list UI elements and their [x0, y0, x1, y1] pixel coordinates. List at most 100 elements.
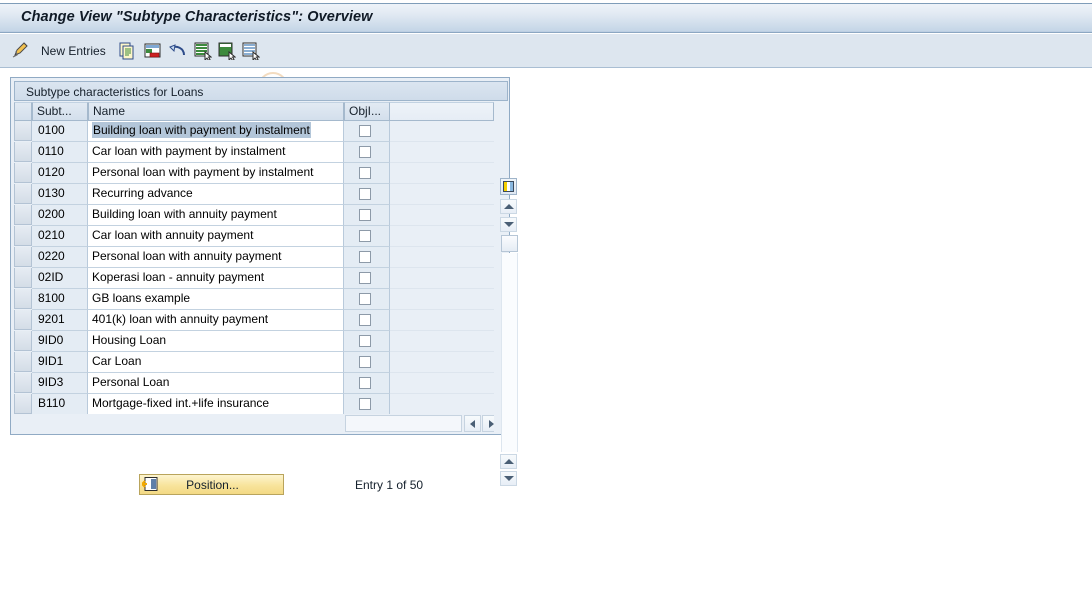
cell-name[interactable]: Personal loan with payment by instalment	[88, 163, 344, 184]
cell-subtype[interactable]: 0100	[32, 121, 88, 142]
cell-subtype[interactable]: 9ID3	[32, 373, 88, 394]
row-select-button[interactable]	[14, 163, 32, 183]
table-header-name[interactable]: Name	[88, 102, 344, 121]
cell-subtype[interactable]: 02ID	[32, 268, 88, 289]
obji-checkbox[interactable]	[359, 293, 371, 305]
cell-name[interactable]: 401(k) loan with annuity payment	[88, 310, 344, 331]
vertical-scrollbar-thumb[interactable]	[501, 235, 518, 252]
select-block-icon[interactable]	[218, 42, 237, 62]
cell-name[interactable]: Housing Loan	[88, 331, 344, 352]
cell-name[interactable]: Car Loan	[88, 352, 344, 373]
cell-subtype[interactable]: 9ID1	[32, 352, 88, 373]
obji-checkbox[interactable]	[359, 146, 371, 158]
obji-checkbox[interactable]	[359, 251, 371, 263]
select-all-icon[interactable]	[194, 42, 213, 62]
cell-subtype[interactable]: B110	[32, 394, 88, 414]
row-select-button[interactable]	[14, 352, 32, 372]
cell-subtype[interactable]: 0210	[32, 226, 88, 247]
deselect-all-icon[interactable]	[242, 42, 261, 62]
scroll-page-down-button[interactable]	[500, 471, 517, 486]
horizontal-scrollbar[interactable]	[14, 414, 499, 433]
row-select-button[interactable]	[14, 121, 32, 141]
cell-subtype[interactable]: 0120	[32, 163, 88, 184]
table-row[interactable]: 9ID3 Personal Loan	[14, 373, 494, 394]
obji-checkbox[interactable]	[359, 356, 371, 368]
row-select-button[interactable]	[14, 310, 32, 330]
cell-obji[interactable]	[344, 226, 390, 247]
cell-name[interactable]: GB loans example	[88, 289, 344, 310]
vertical-scrollbar-track[interactable]	[501, 253, 518, 452]
new-entries-button[interactable]: New Entries	[41, 44, 106, 58]
cell-name[interactable]: Mortgage-fixed int.+life insurance	[88, 394, 344, 414]
obji-checkbox[interactable]	[359, 272, 371, 284]
obji-checkbox[interactable]	[359, 230, 371, 242]
cell-subtype[interactable]: 9ID0	[32, 331, 88, 352]
cell-name[interactable]: Car loan with payment by instalment	[88, 142, 344, 163]
horizontal-scrollbar-track[interactable]	[345, 415, 462, 432]
table-row[interactable]: 9ID0 Housing Loan	[14, 331, 494, 352]
cell-subtype[interactable]: 0200	[32, 205, 88, 226]
cell-obji[interactable]	[344, 121, 390, 142]
row-select-button[interactable]	[14, 289, 32, 309]
cell-obji[interactable]	[344, 268, 390, 289]
cell-subtype[interactable]: 0220	[32, 247, 88, 268]
scroll-down-button[interactable]	[500, 217, 517, 232]
display-change-pencil-icon[interactable]	[12, 41, 30, 59]
row-select-button[interactable]	[14, 247, 32, 267]
table-header-select[interactable]	[14, 102, 32, 121]
obji-checkbox[interactable]	[359, 167, 371, 179]
obji-checkbox[interactable]	[359, 335, 371, 347]
cell-obji[interactable]	[344, 289, 390, 310]
table-row[interactable]: 0210 Car loan with annuity payment	[14, 226, 494, 247]
row-select-button[interactable]	[14, 226, 32, 246]
row-select-button[interactable]	[14, 205, 32, 225]
cell-obji[interactable]	[344, 247, 390, 268]
table-header-obji[interactable]: ObjI...	[344, 102, 390, 121]
cell-obji[interactable]	[344, 205, 390, 226]
obji-checkbox[interactable]	[359, 398, 371, 410]
row-select-button[interactable]	[14, 331, 32, 351]
table-row[interactable]: 0110 Car loan with payment by instalment	[14, 142, 494, 163]
table-row[interactable]: 0220 Personal loan with annuity payment	[14, 247, 494, 268]
cell-subtype[interactable]: 0130	[32, 184, 88, 205]
row-select-button[interactable]	[14, 142, 32, 162]
obji-checkbox[interactable]	[359, 125, 371, 137]
obji-checkbox[interactable]	[359, 377, 371, 389]
cell-obji[interactable]	[344, 352, 390, 373]
row-select-button[interactable]	[14, 394, 32, 414]
cell-subtype[interactable]: 0110	[32, 142, 88, 163]
copy-as-icon[interactable]	[119, 42, 137, 60]
table-row[interactable]: 8100 GB loans example	[14, 289, 494, 310]
table-row[interactable]: 0200 Building loan with annuity payment	[14, 205, 494, 226]
table-row[interactable]: 02ID Koperasi loan - annuity payment	[14, 268, 494, 289]
row-select-button[interactable]	[14, 268, 32, 288]
scroll-left-button[interactable]	[464, 415, 481, 432]
cell-obji[interactable]	[344, 163, 390, 184]
table-row[interactable]: 0100 Building loan with payment by instal…	[14, 121, 494, 142]
obji-checkbox[interactable]	[359, 209, 371, 221]
delete-icon[interactable]	[144, 42, 162, 60]
undo-icon[interactable]	[169, 42, 187, 60]
cell-name[interactable]: Koperasi loan - annuity payment	[88, 268, 344, 289]
table-header-subtype[interactable]: Subt...	[32, 102, 88, 121]
cell-subtype[interactable]: 9201	[32, 310, 88, 331]
cell-name[interactable]: Recurring advance	[88, 184, 344, 205]
table-row[interactable]: 9201 401(k) loan with annuity payment	[14, 310, 494, 331]
cell-obji[interactable]	[344, 373, 390, 394]
row-select-button[interactable]	[14, 184, 32, 204]
cell-subtype[interactable]: 8100	[32, 289, 88, 310]
cell-obji[interactable]	[344, 394, 390, 414]
row-select-button[interactable]	[14, 373, 32, 393]
position-button[interactable]: Position...	[139, 474, 284, 495]
table-settings-icon[interactable]	[500, 178, 517, 195]
scroll-page-up-button[interactable]	[500, 454, 517, 469]
cell-name[interactable]: Personal loan with annuity payment	[88, 247, 344, 268]
scroll-up-button[interactable]	[500, 199, 517, 214]
cell-obji[interactable]	[344, 310, 390, 331]
cell-obji[interactable]	[344, 184, 390, 205]
table-row[interactable]: 0130 Recurring advance	[14, 184, 494, 205]
obji-checkbox[interactable]	[359, 314, 371, 326]
table-row[interactable]: 9ID1 Car Loan	[14, 352, 494, 373]
obji-checkbox[interactable]	[359, 188, 371, 200]
table-row[interactable]: 0120 Personal loan with payment by instal…	[14, 163, 494, 184]
